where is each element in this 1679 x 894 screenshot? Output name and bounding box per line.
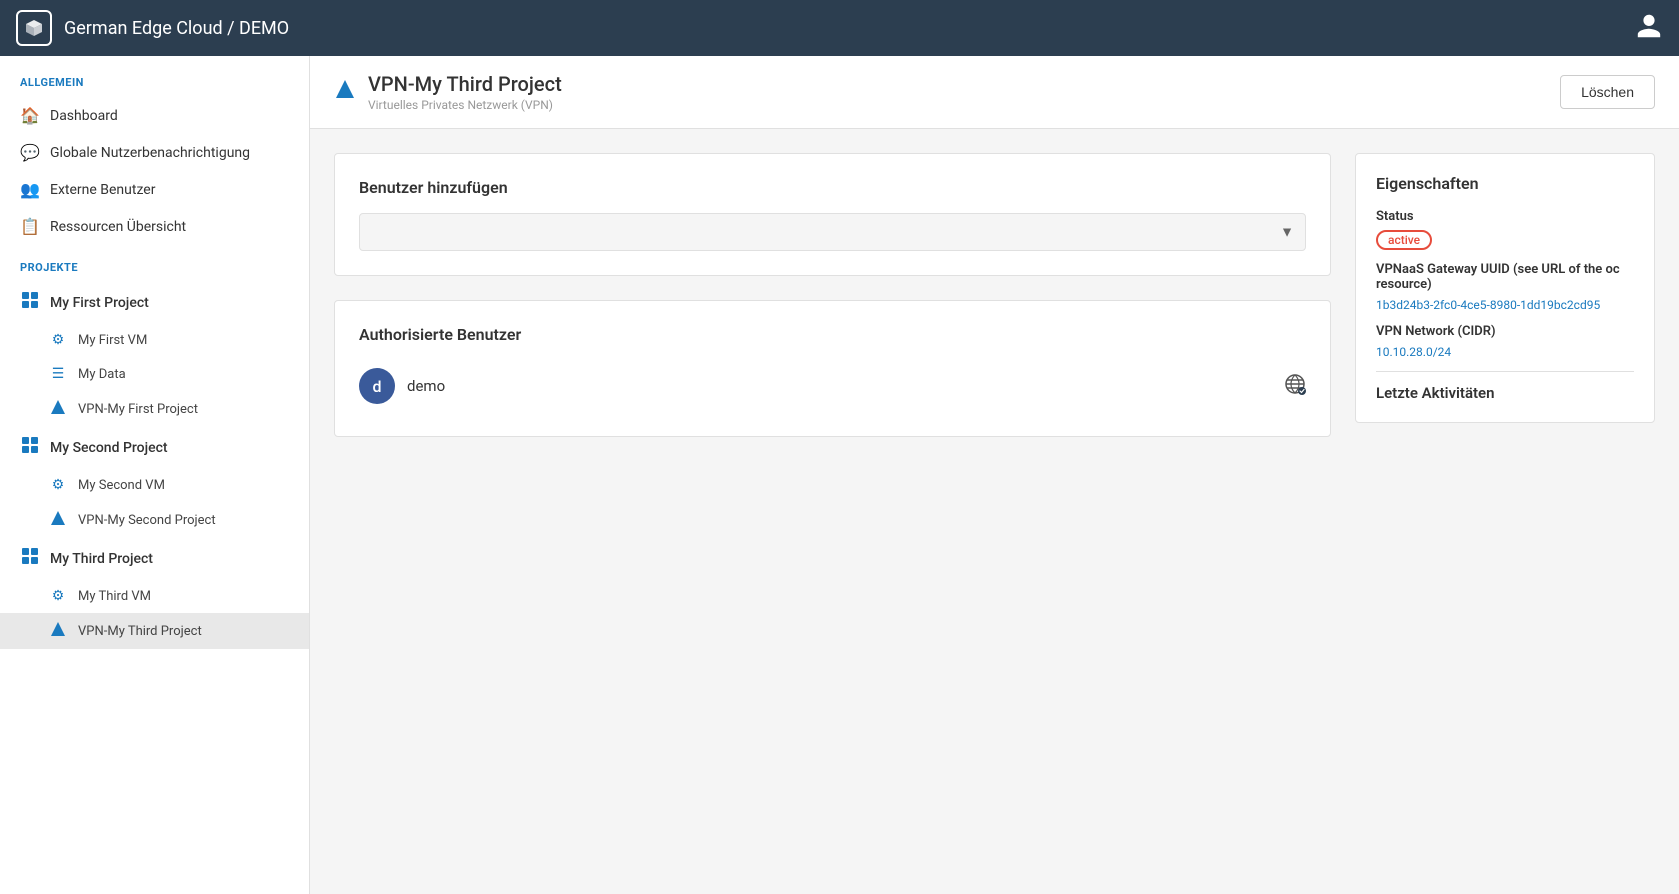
benutzer-card: Benutzer hinzufügen ▼	[334, 153, 1331, 276]
sidebar: ALLGEMEIN 🏠 Dashboard 💬 Globale Nutzerbe…	[0, 56, 310, 894]
status-label: Status	[1376, 209, 1634, 224]
project-grid-icon	[20, 291, 40, 314]
sidebar-item-label: Dashboard	[50, 108, 118, 124]
projekte-section-title: PROJEKTE	[0, 261, 309, 282]
sidebar-item-vpn-first[interactable]: VPN-My First Project	[0, 391, 309, 427]
sidebar-item-externe[interactable]: 👥 Externe Benutzer	[0, 171, 309, 208]
user-name: demo	[407, 377, 445, 395]
sub-item-label: VPN-My First Project	[78, 402, 198, 417]
properties-card: Eigenschaften Status active VPNaaS Gatew…	[1355, 153, 1655, 423]
user-row: d demo	[359, 360, 1306, 412]
status-badge: active	[1376, 230, 1432, 250]
header-title: German Edge Cloud / DEMO	[64, 18, 289, 39]
dashboard-icon: 🏠	[20, 106, 40, 125]
sub-item-label: My Third VM	[78, 589, 151, 604]
benutzer-dropdown[interactable]	[359, 213, 1306, 251]
user-icon[interactable]	[1635, 12, 1663, 45]
properties-divider	[1376, 371, 1634, 372]
right-panel: Eigenschaften Status active VPNaaS Gatew…	[1355, 153, 1655, 870]
page-header: VPN-My Third Project Virtuelles Privates…	[310, 56, 1679, 129]
project-2-label: My Second Project	[50, 440, 168, 456]
page-subtitle: Virtuelles Privates Netzwerk (VPN)	[368, 98, 562, 112]
authorized-title: Authorisierte Benutzer	[359, 325, 1306, 344]
gateway-label: VPNaaS Gateway UUID (see URL of the oc r…	[1376, 262, 1634, 292]
page-title-block: VPN-My Third Project Virtuelles Privates…	[368, 72, 562, 112]
sidebar-item-vpn-second[interactable]: VPN-My Second Project	[0, 502, 309, 538]
logo-icon	[16, 10, 52, 46]
main-layout: ALLGEMEIN 🏠 Dashboard 💬 Globale Nutzerbe…	[0, 56, 1679, 894]
header-left: German Edge Cloud / DEMO	[16, 10, 289, 46]
content-body: Benutzer hinzufügen ▼ Authorisierte Benu…	[310, 129, 1679, 894]
sidebar-item-ressourcen[interactable]: 📋 Ressourcen Übersicht	[0, 208, 309, 245]
sidebar-item-third-vm[interactable]: ⚙ My Third VM	[0, 579, 309, 613]
vm-icon: ⚙	[48, 332, 68, 348]
authorized-card: Authorisierte Benutzer d demo	[334, 300, 1331, 437]
benutzer-dropdown-wrapper: ▼	[359, 213, 1306, 251]
allgemein-section-title: ALLGEMEIN	[0, 76, 309, 97]
vpn-icon-3	[48, 622, 68, 640]
sub-item-label: VPN-My Second Project	[78, 513, 216, 528]
page-vpn-icon	[334, 78, 356, 106]
sub-item-label: VPN-My Third Project	[78, 624, 202, 639]
sub-item-label: My First VM	[78, 333, 147, 348]
sidebar-item-dashboard[interactable]: 🏠 Dashboard	[0, 97, 309, 134]
gateway-value: 1b3d24b3-2fc0-4ce5-8980-1dd19bc2cd95	[1376, 298, 1634, 312]
sidebar-project-3[interactable]: My Third Project	[0, 538, 309, 579]
network-value: 10.10.28.0/24	[1376, 345, 1634, 359]
users-icon: 👥	[20, 180, 40, 199]
avatar-letter: d	[372, 377, 381, 396]
vm-icon-3: ⚙	[48, 588, 68, 604]
network-label: VPN Network (CIDR)	[1376, 324, 1634, 339]
sidebar-item-globale[interactable]: 💬 Globale Nutzerbenachrichtigung	[0, 134, 309, 171]
sidebar-item-label: Externe Benutzer	[50, 182, 155, 198]
notification-icon: 💬	[20, 143, 40, 162]
sidebar-project-1[interactable]: My First Project	[0, 282, 309, 323]
sidebar-item-label: Ressourcen Übersicht	[50, 219, 186, 235]
user-globe-icon[interactable]	[1284, 373, 1306, 400]
project-3-label: My Third Project	[50, 551, 153, 567]
sidebar-item-first-vm[interactable]: ⚙ My First VM	[0, 323, 309, 357]
recent-activity-title: Letzte Aktivitäten	[1376, 384, 1634, 402]
list-icon: 📋	[20, 217, 40, 236]
sidebar-project-2[interactable]: My Second Project	[0, 427, 309, 468]
project-grid-icon-3	[20, 547, 40, 570]
properties-title: Eigenschaften	[1376, 174, 1634, 193]
sidebar-item-second-vm[interactable]: ⚙ My Second VM	[0, 468, 309, 502]
vpn-icon-2	[48, 511, 68, 529]
project-grid-icon-2	[20, 436, 40, 459]
page-title: VPN-My Third Project	[368, 72, 562, 96]
sub-item-label: My Data	[78, 367, 126, 382]
vm-icon-2: ⚙	[48, 477, 68, 493]
sidebar-item-vpn-third[interactable]: VPN-My Third Project	[0, 613, 309, 649]
user-avatar: d	[359, 368, 395, 404]
left-panel: Benutzer hinzufügen ▼ Authorisierte Benu…	[334, 153, 1331, 870]
sidebar-divider	[0, 245, 309, 261]
page-header-left: VPN-My Third Project Virtuelles Privates…	[334, 72, 562, 112]
data-icon: ☰	[48, 366, 68, 382]
project-1-label: My First Project	[50, 295, 149, 311]
delete-button[interactable]: Löschen	[1560, 75, 1655, 109]
user-info: d demo	[359, 368, 445, 404]
sidebar-item-my-data[interactable]: ☰ My Data	[0, 357, 309, 391]
vpn-icon	[48, 400, 68, 418]
benutzer-title: Benutzer hinzufügen	[359, 178, 1306, 197]
sidebar-item-label: Globale Nutzerbenachrichtigung	[50, 145, 250, 161]
content-area: VPN-My Third Project Virtuelles Privates…	[310, 56, 1679, 894]
app-header: German Edge Cloud / DEMO	[0, 0, 1679, 56]
sub-item-label: My Second VM	[78, 478, 165, 493]
